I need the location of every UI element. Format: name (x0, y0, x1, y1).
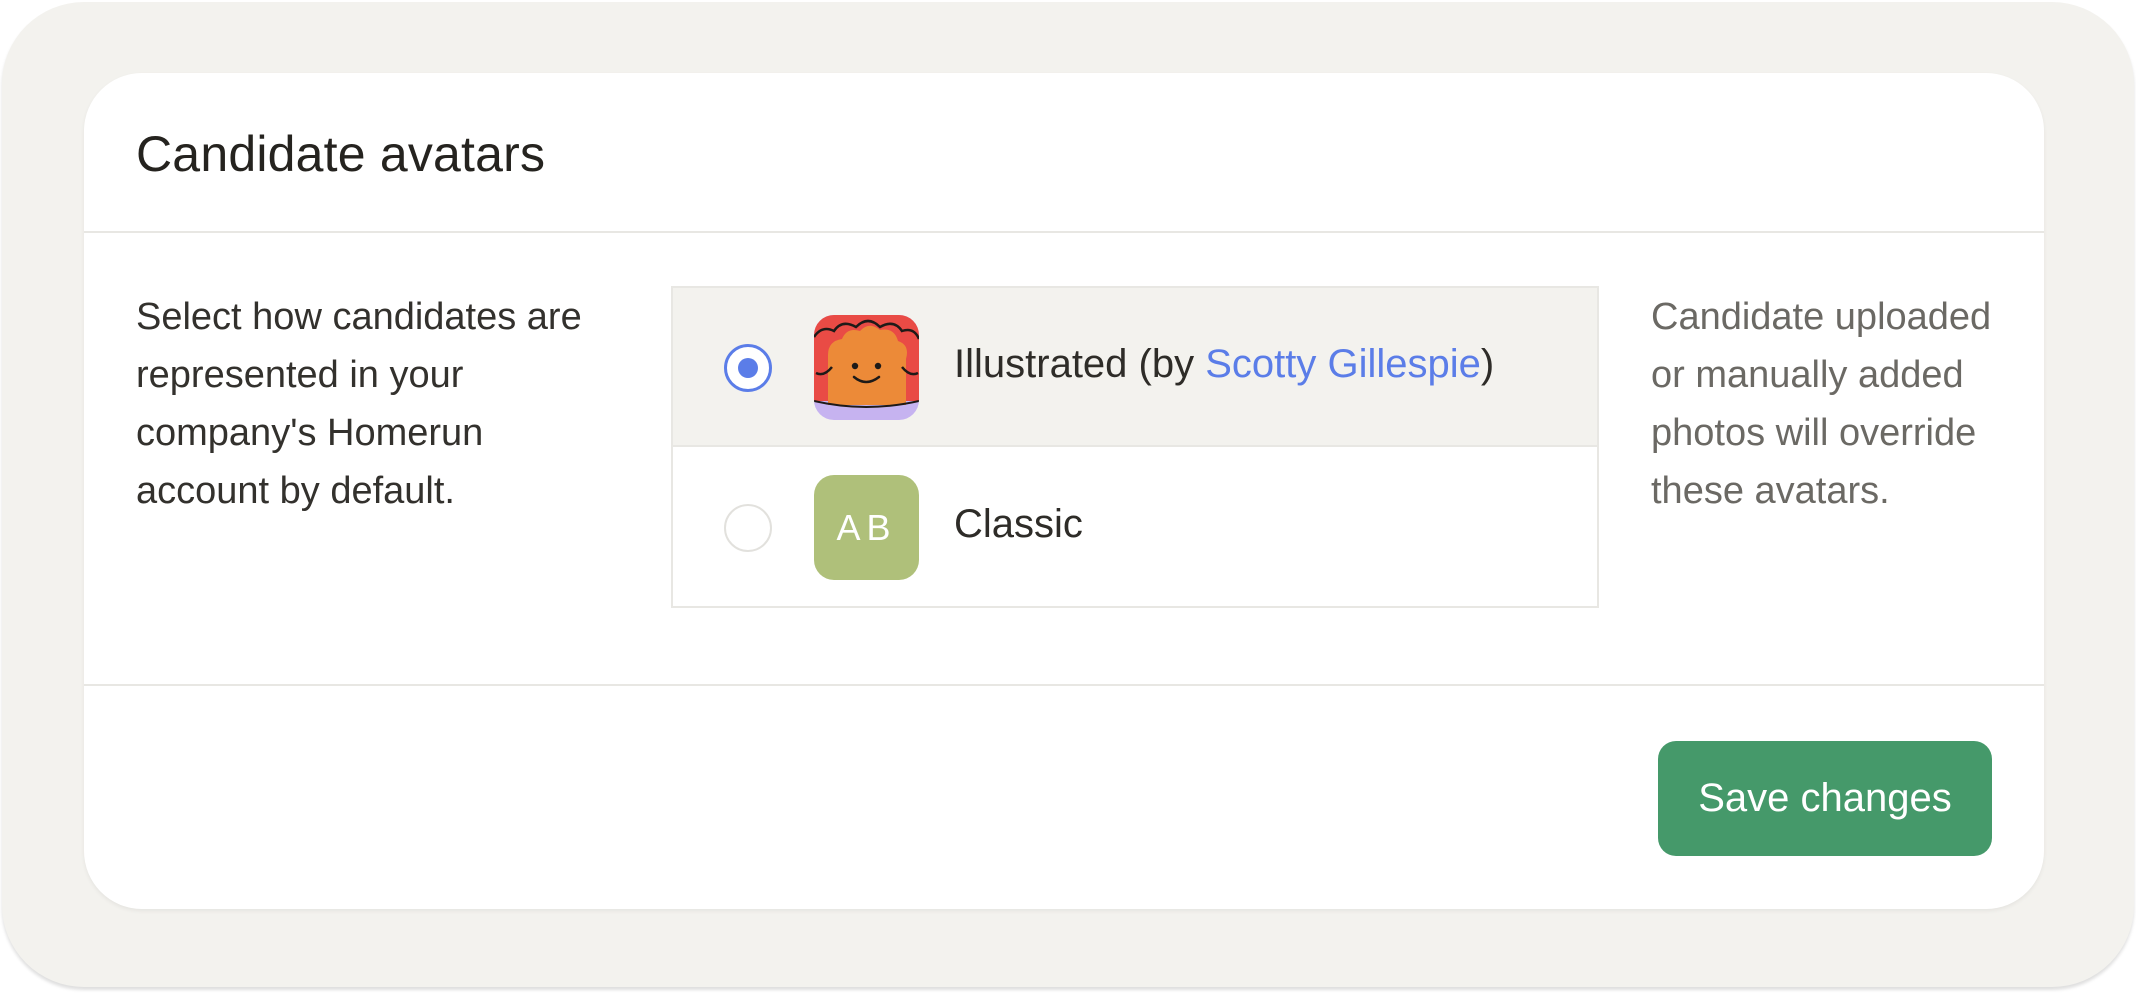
option-illustrated-label: Illustrated (by Scotty Gillespie) (954, 342, 1494, 387)
setting-description: Select how candidates are represented in… (136, 296, 582, 512)
illustrator-link[interactable]: Scotty Gillespie (1205, 342, 1481, 386)
override-note: Candidate uploaded or manually added pho… (1651, 296, 1992, 512)
save-changes-button[interactable]: Save changes (1658, 741, 1992, 856)
illustrated-label-prefix: Illustrated (by (954, 342, 1206, 386)
option-classic-label: Classic (954, 502, 1083, 546)
card-title: Candidate avatars (136, 126, 546, 182)
illustrated-label-suffix: ) (1480, 342, 1495, 386)
card-header: Candidate avatars (84, 73, 2044, 233)
option-illustrated[interactable]: Illustrated (by Scotty Gillespie) (673, 288, 1597, 447)
avatar-style-options: Illustrated (by Scotty Gillespie) AB Cla… (671, 286, 1599, 608)
option-classic[interactable]: AB Classic (673, 448, 1597, 607)
classic-initials-avatar: AB (814, 475, 919, 580)
illustrated-face-icon (814, 315, 919, 420)
settings-frame: Candidate avatars Select how candidates … (2, 2, 2134, 987)
footer-divider (84, 684, 2044, 686)
radio-illustrated[interactable] (724, 344, 772, 392)
candidate-avatars-card: Candidate avatars Select how candidates … (84, 73, 2044, 909)
radio-classic[interactable] (724, 504, 772, 552)
